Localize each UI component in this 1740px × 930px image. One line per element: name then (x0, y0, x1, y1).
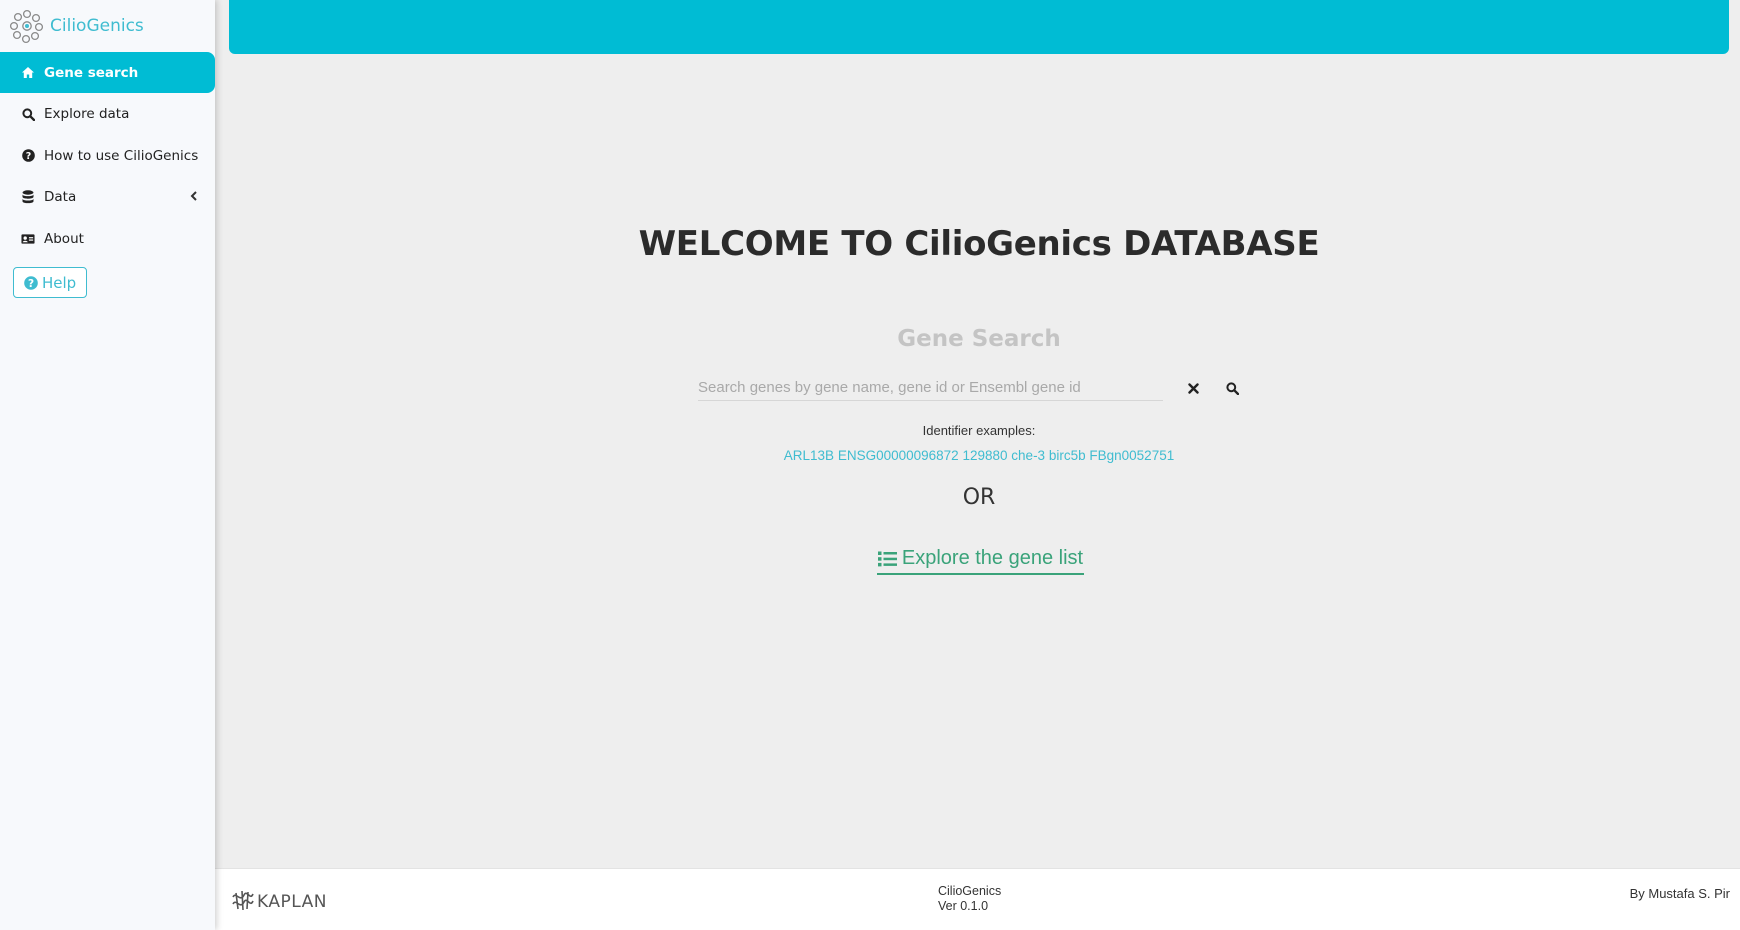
top-banner (229, 0, 1729, 54)
footer-app-info: CilioGenics Ver 0.1.0 (938, 884, 1001, 914)
kaplan-lab-logo: KAPLAN (232, 890, 327, 912)
database-icon (21, 190, 35, 204)
search-button[interactable] (1222, 378, 1242, 398)
sidebar-menu: Gene search Explore data ? How to use Ci… (0, 52, 215, 259)
brand-name: CilioGenics (50, 16, 144, 36)
or-divider: OR (962, 485, 996, 510)
list-icon (877, 551, 897, 566)
example-link-ensembl[interactable]: ENSG00000096872 (838, 448, 959, 463)
explore-gene-list-link[interactable]: Explore the gene list (877, 544, 1084, 575)
explore-gene-list-label: Explore the gene list (901, 547, 1084, 569)
clear-button[interactable] (1183, 378, 1203, 398)
question-circle-icon: ? (21, 149, 35, 163)
footer-author: By Mustafa S. Pir (1629, 886, 1730, 901)
sidebar-item-label: How to use CilioGenics (44, 147, 199, 164)
close-icon (1187, 382, 1199, 394)
footer: KAPLAN CilioGenics Ver 0.1.0 By Mustafa … (215, 868, 1740, 930)
svg-text:KAPLAN: KAPLAN (257, 892, 327, 912)
main-content: WELCOME TO CilioGenics DATABASE Gene Sea… (215, 54, 1740, 868)
sidebar-item-how-to-use[interactable]: ? How to use CilioGenics (0, 135, 215, 176)
brand[interactable]: CilioGenics (0, 0, 215, 52)
svg-text:?: ? (28, 278, 34, 290)
help-button-label: Help (42, 273, 77, 292)
chevron-left-icon[interactable] (190, 190, 198, 205)
example-link-birc5b[interactable]: birc5b (1049, 448, 1086, 463)
footer-version: Ver 0.1.0 (938, 899, 989, 913)
home-icon (21, 66, 35, 80)
search-icon (21, 107, 35, 121)
sidebar-item-data[interactable]: Data (0, 177, 215, 218)
search-field (698, 374, 1163, 401)
identifier-examples-label: Identifier examples: (922, 423, 1036, 438)
gene-search-title: Gene Search (897, 326, 1061, 352)
identifier-examples: ARL13B ENSG00000096872 129880 che-3 birc… (215, 448, 1740, 463)
example-link-arl13b[interactable]: ARL13B (784, 448, 834, 463)
svg-text:?: ? (25, 151, 31, 162)
search-icon (1225, 381, 1239, 395)
id-card-icon (21, 232, 35, 246)
footer-app-name: CilioGenics (938, 884, 1002, 898)
sidebar-item-label: Explore data (44, 106, 130, 122)
sidebar-item-gene-search[interactable]: Gene search (0, 52, 215, 93)
question-circle-icon: ? (24, 275, 38, 290)
sidebar-item-explore-data[interactable]: Explore data (0, 94, 215, 135)
example-link-che-3[interactable]: che-3 (1011, 448, 1045, 463)
sidebar: CilioGenics Gene search Explore data ? H… (0, 0, 215, 930)
help-button[interactable]: ? Help (13, 267, 88, 298)
example-link-gene-id[interactable]: 129880 (962, 448, 1007, 463)
example-link-fbgn[interactable]: FBgn0052751 (1089, 448, 1174, 463)
sidebar-item-label: About (44, 230, 84, 247)
sidebar-item-label: Data (44, 189, 77, 205)
page-title: WELCOME TO CilioGenics DATABASE (638, 224, 1320, 264)
sidebar-item-label: Gene search (44, 64, 139, 81)
cilia-cluster-logo-icon (9, 9, 44, 44)
sidebar-item-about[interactable]: About (0, 218, 215, 259)
gene-search-input[interactable] (698, 374, 1163, 400)
